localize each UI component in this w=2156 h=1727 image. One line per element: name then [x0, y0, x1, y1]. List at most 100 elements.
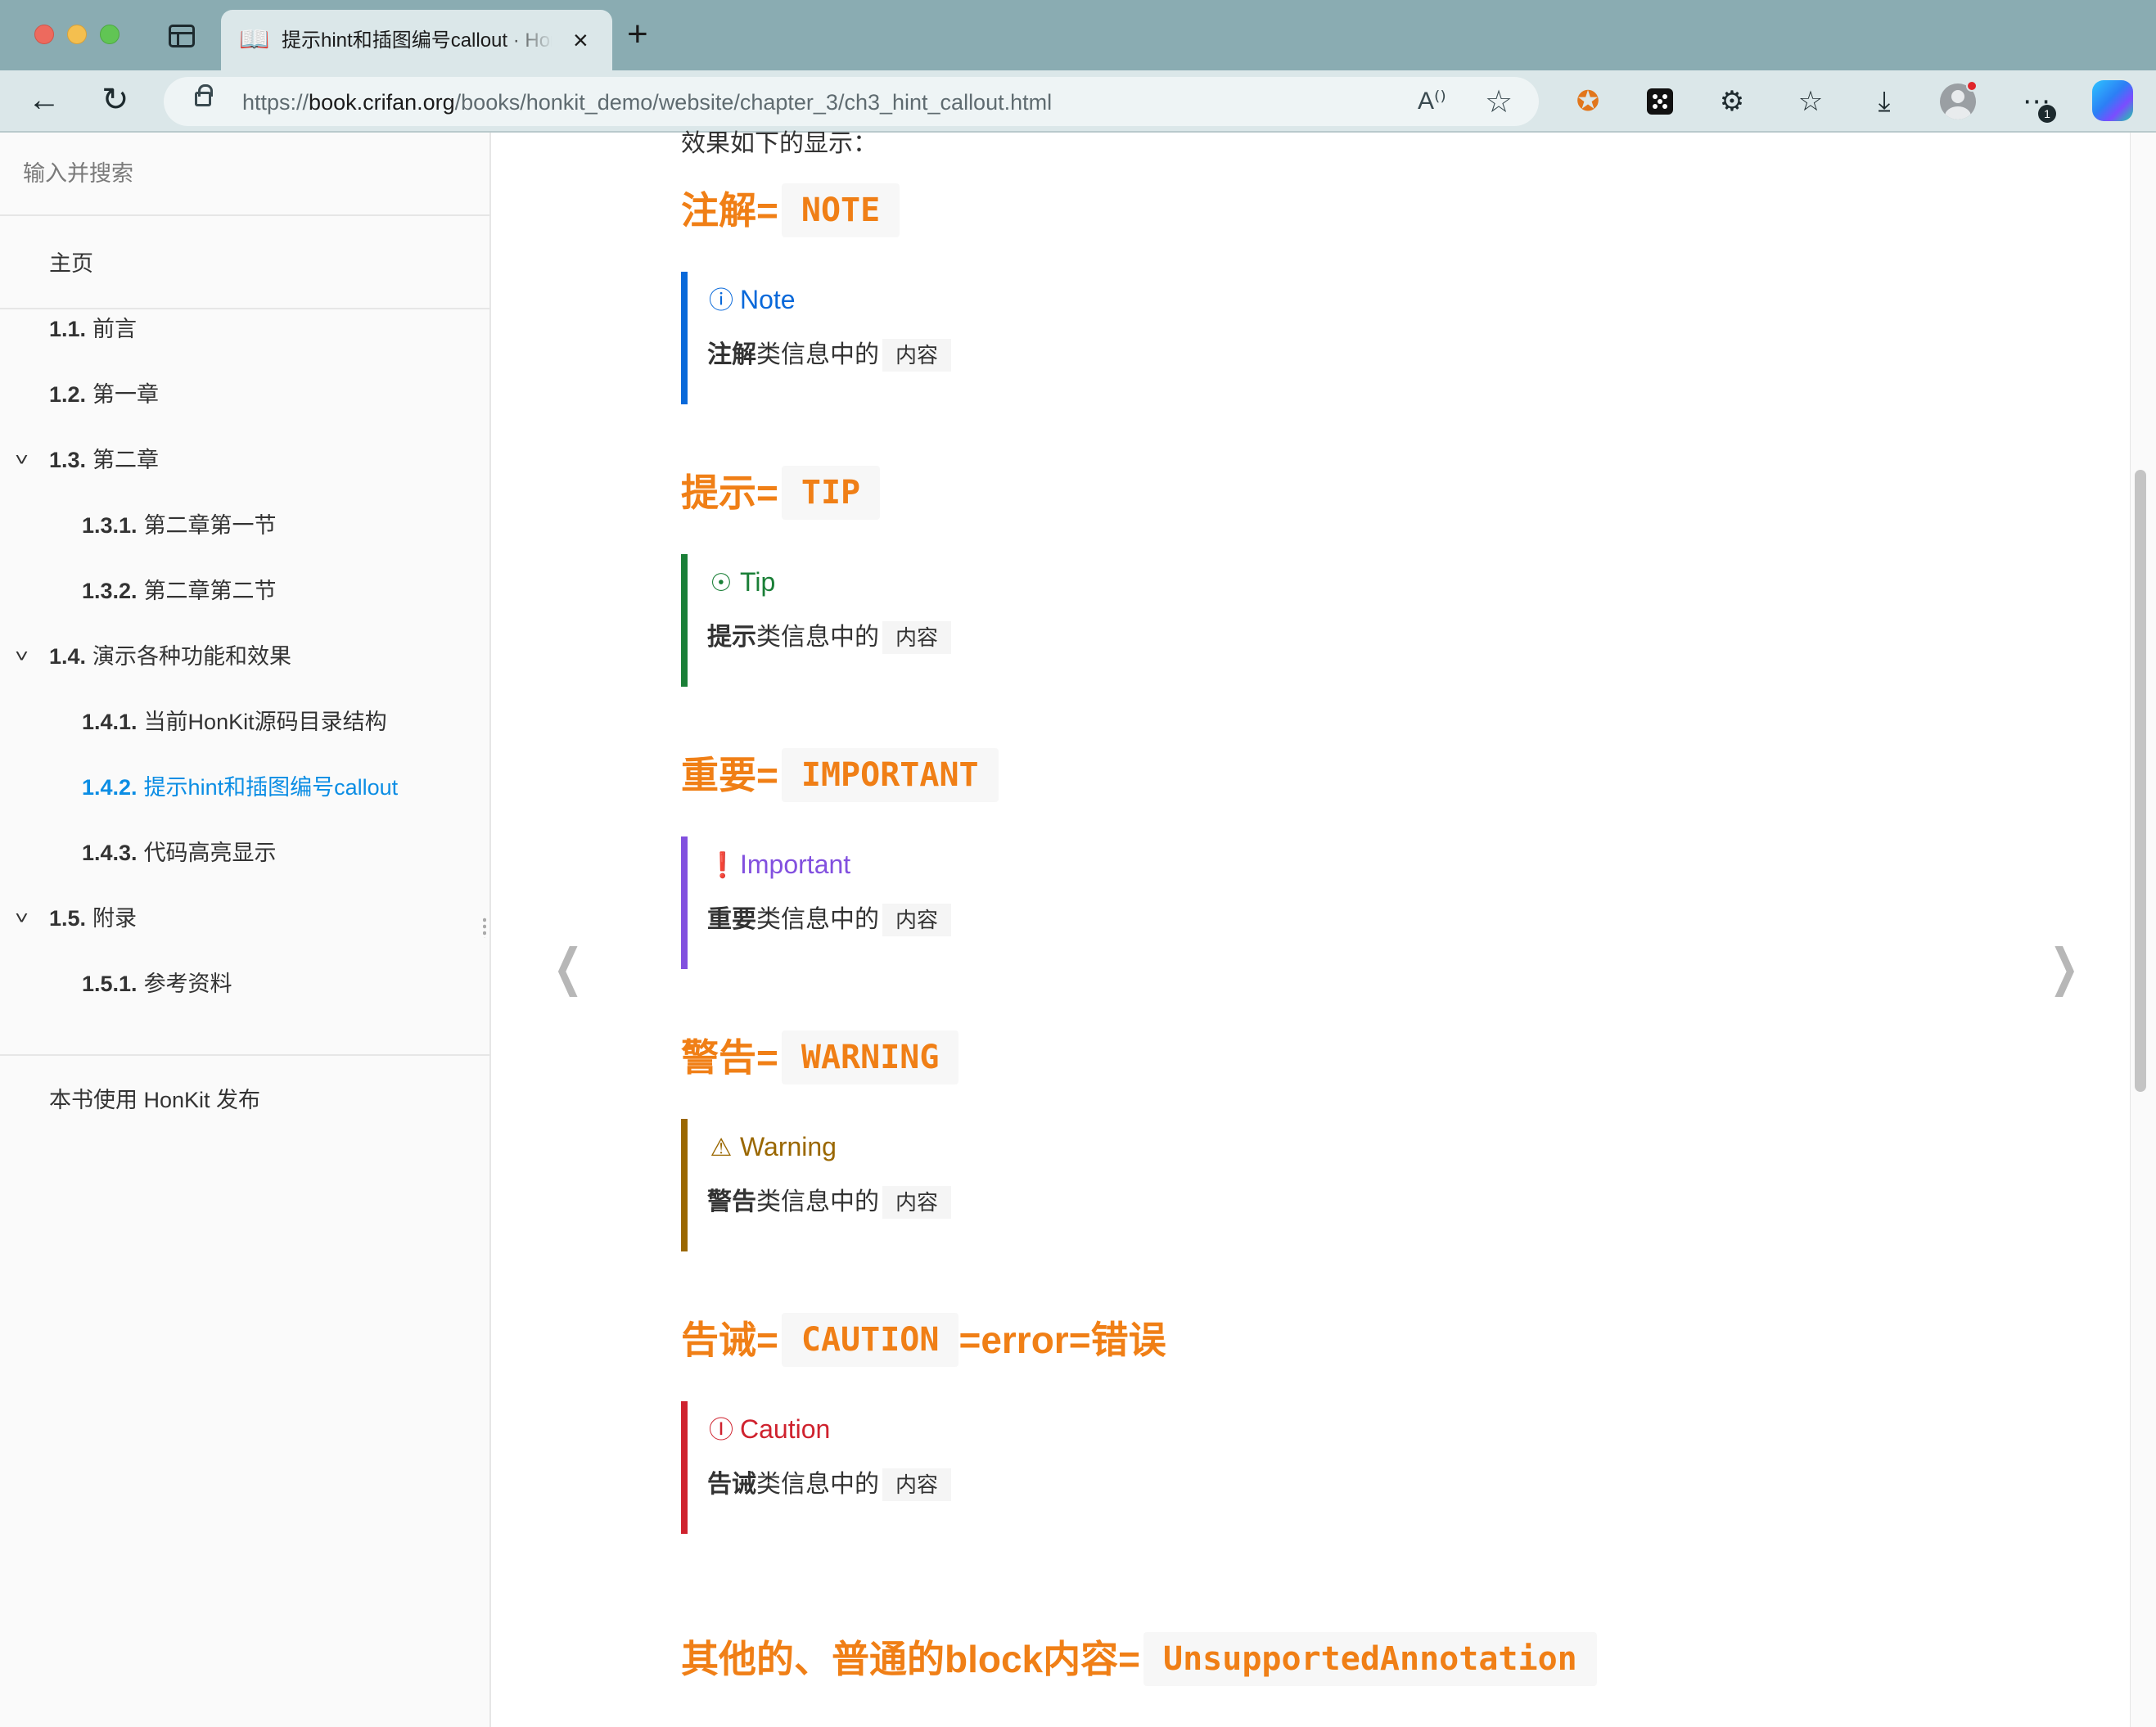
callout-strong-text: 告诫 [707, 1471, 756, 1498]
sidebar-item[interactable]: 1.4.3. 代码高亮显示 [0, 828, 489, 877]
callout-title: ☉ Tip [707, 566, 776, 600]
copilot-icon[interactable] [2092, 80, 2133, 121]
sidebar-item-label: 主页 [49, 251, 93, 276]
callout-title-text: Note [740, 285, 796, 314]
sidebar-resize-handle[interactable] [483, 917, 486, 938]
heading-text: 警告= [681, 1036, 778, 1079]
sidebar-item-publisher[interactable]: 本书使用 HonKit 发布 [0, 1075, 489, 1125]
sidebar-item-label: 附录 [92, 906, 138, 931]
tab-active[interactable]: 📖 提示hint和插图编号callout · HonKit × [221, 10, 612, 70]
next-page-arrow-icon[interactable]: ❯ [2050, 943, 2079, 994]
search-input[interactable] [23, 157, 465, 190]
heading-code: NOTE [781, 183, 900, 237]
sidebar-search [0, 133, 489, 216]
callout-body: 注解类信息中的 内容 [707, 339, 952, 372]
dice-extension-icon[interactable] [1642, 83, 1678, 119]
url-host: book.crifan.org [309, 90, 455, 115]
sidebar-item[interactable]: ˅ 1.5. 附录 [0, 894, 489, 943]
sidebar-item-home[interactable]: 主页 [0, 239, 489, 288]
heading-code: CAUTION [781, 1313, 959, 1367]
callout-title-text: Warning [740, 1132, 837, 1161]
callout-inline-code: 内容 [882, 339, 952, 372]
heading-code: TIP [781, 466, 881, 520]
heading-suffix: =error=错误 [958, 1319, 1166, 1361]
sidebar-item[interactable]: ˅ 1.3. 第二章 [0, 435, 489, 485]
read-aloud-icon[interactable]: A⁽⁾ [1418, 87, 1446, 115]
callout-text: 类信息中的 [756, 624, 879, 651]
heading-text: 其他的、普通的block内容= [681, 1638, 1141, 1680]
callout-body: 提示类信息中的 内容 [707, 621, 952, 654]
heading-text: 重要= [681, 754, 778, 796]
sidebar-item[interactable]: 1.4.1. 当前HonKit源码目录结构 [0, 697, 489, 746]
callout-inline-code: 内容 [882, 1468, 952, 1501]
minimize-window-button[interactable] [67, 25, 87, 44]
sidebar-item-label: 演示各种功能和效果 [92, 644, 292, 669]
favorites-icon[interactable]: ☆ [1793, 83, 1829, 119]
section-heading-note: 注解= NOTE [681, 183, 900, 237]
sidebar-item[interactable]: 1.5.1. 参考资料 [0, 959, 489, 1008]
sidebar-item-label: 代码高亮显示 [143, 841, 277, 865]
callout-text: 类信息中的 [756, 1471, 879, 1498]
download-icon[interactable]: ⤓ [1866, 83, 1902, 119]
sidebar-item-number: 1.5. [49, 906, 87, 931]
section-heading-warning: 警告= WARNING [681, 1030, 959, 1084]
sidebar-item[interactable]: 1.2. 第一章 [0, 370, 489, 419]
chevron-down-icon[interactable]: ˅ [15, 632, 29, 681]
tab-close-icon[interactable]: × [573, 26, 589, 54]
sidebar-item[interactable]: 1.1. 前言 [0, 304, 489, 354]
more-menu-badge: 1 [2038, 105, 2056, 123]
tab-actions-icon[interactable] [169, 25, 195, 47]
callout-inline-code: 内容 [882, 1186, 952, 1219]
back-arrow-icon[interactable]: ← [28, 82, 61, 118]
callout-important: ❗Important 重要类信息中的 内容 [681, 836, 1418, 969]
sidebar-item[interactable]: 1.3.2. 第二章第二节 [0, 566, 489, 615]
section-heading-other: 其他的、普通的block内容= UnsupportedAnnotation [681, 1632, 1597, 1686]
heading-code: UnsupportedAnnotation [1143, 1632, 1597, 1686]
reload-icon[interactable]: ↻ [101, 82, 129, 118]
sidebar-item-number: 1.3.2. [82, 579, 138, 603]
sidebar-divider [0, 1054, 489, 1056]
heading-text: 提示= [681, 471, 778, 514]
callout-tip: ☉ Tip 提示类信息中的 内容 [681, 554, 1418, 687]
metamask-fox-icon[interactable]: ✪ [1570, 83, 1606, 119]
fullscreen-window-button[interactable] [100, 25, 120, 44]
sidebar-item[interactable]: 1.4.2. 提示hint和插图编号callout [0, 763, 489, 812]
star-icon[interactable]: ☆ [1485, 83, 1513, 120]
new-tab-button[interactable]: + [627, 16, 648, 52]
sidebar-item[interactable]: 1.3.1. 第二章第一节 [0, 501, 489, 550]
open-book-icon: 📖 [239, 26, 270, 53]
lock-icon[interactable] [195, 84, 213, 106]
chevron-down-icon[interactable]: ˅ [15, 435, 29, 485]
extensions-puzzle-icon[interactable]: ⚙ [1714, 83, 1750, 119]
sidebar-item-number: 1.2. [49, 382, 87, 407]
previous-page-arrow-icon[interactable]: ❮ [553, 943, 583, 994]
callout-body: 告诫类信息中的 内容 [707, 1468, 952, 1501]
sidebar-item[interactable]: ˅ 1.4. 演示各种功能和效果 [0, 632, 489, 681]
url-text[interactable]: https://book.crifan.org/books/honkit_dem… [242, 89, 1052, 115]
url-path: /books/honkit_demo/website/chapter_3/ch3… [454, 90, 1053, 115]
section-heading-important: 重要= IMPORTANT [681, 748, 999, 802]
sidebar-item-label: 提示hint和插图编号callout [143, 775, 399, 800]
sidebar-item-label: 第二章 [92, 448, 160, 472]
sidebar-item-label: 第二章第二节 [143, 579, 277, 603]
address-bar[interactable]: https://book.crifan.org/books/honkit_dem… [164, 77, 1539, 126]
callout-caution: Ⓘ Caution 告诫类信息中的 内容 [681, 1401, 1418, 1534]
browser-titlebar: 📖 提示hint和插图编号callout · HonKit × + [0, 0, 2156, 70]
callout-inline-code: 内容 [882, 904, 952, 936]
sidebar-item-label: 当前HonKit源码目录结构 [143, 710, 387, 734]
heading-text: 告诫= [681, 1319, 778, 1361]
scrollbar-thumb[interactable] [2135, 470, 2146, 1092]
sidebar-item-number: 1.4.1. [82, 710, 138, 734]
callout-text: 类信息中的 [756, 906, 879, 933]
section-heading-caution: 告诫= CAUTION =error=错误 [681, 1313, 1166, 1367]
close-window-button[interactable] [34, 25, 54, 44]
callout-inline-code: 内容 [882, 621, 952, 654]
heading-code: WARNING [781, 1030, 959, 1084]
lightbulb-icon: ☉ [710, 570, 733, 597]
chevron-down-icon[interactable]: ˅ [15, 894, 29, 943]
heading-code: IMPORTANT [781, 748, 999, 802]
callout-title: ❗Important [707, 848, 850, 882]
browser-toolbar: ← ↻ https://book.crifan.org/books/honkit… [0, 70, 2156, 133]
callout-title: Ⓘ Caution [707, 1413, 830, 1447]
sidebar-item-number: 1.5.1. [82, 972, 138, 996]
